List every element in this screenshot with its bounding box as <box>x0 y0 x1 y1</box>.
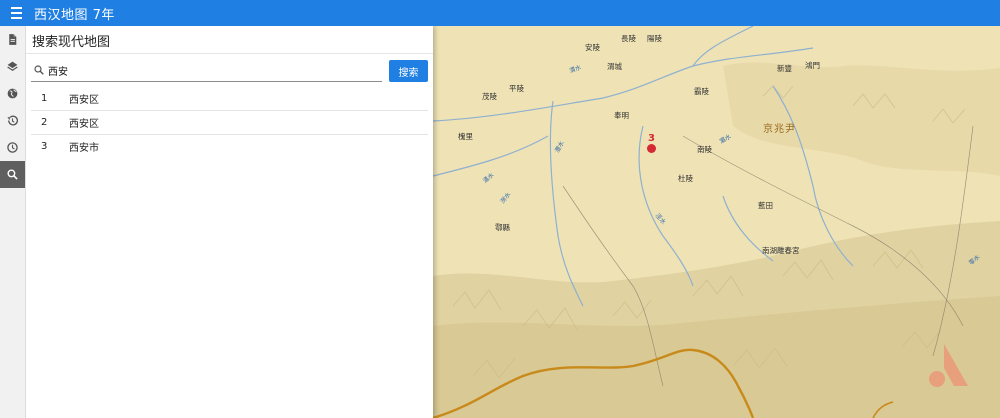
map-view[interactable]: 長陵 陽陵 安陵 渭城 新豐 鴻門 茂陵 平陵 霸陵 槐里 奉明 南陵 杜陵 藍… <box>433 26 1000 418</box>
clock-icon <box>7 142 18 153</box>
river-label: 澇水 <box>499 191 513 205</box>
result-index: 2 <box>41 117 48 128</box>
river-label: 零水 <box>967 253 982 267</box>
sidebar-item-clock[interactable] <box>0 134 25 161</box>
river-label: 涇水 <box>653 212 667 226</box>
result-marker[interactable]: 3 <box>646 133 658 153</box>
search-icon <box>7 169 18 180</box>
result-name: 西安区 <box>69 119 99 130</box>
sidebar-item-layers[interactable] <box>0 53 25 80</box>
search-icon <box>34 65 44 75</box>
sidebar-rail <box>0 26 26 418</box>
result-list: 1 西安区 2 西安区 3 西安市 <box>31 87 428 158</box>
document-icon <box>9 34 17 45</box>
sidebar-item-search[interactable] <box>0 161 25 188</box>
marker-dot <box>647 144 656 153</box>
result-name: 西安市 <box>69 143 99 154</box>
sidebar-item-history[interactable] <box>0 107 25 134</box>
panel-title: 搜索现代地图 <box>32 35 111 50</box>
list-item[interactable]: 1 西安区 <box>31 87 428 111</box>
list-item[interactable]: 2 西安区 <box>31 111 428 135</box>
search-field[interactable] <box>31 61 382 82</box>
result-index: 1 <box>41 93 48 104</box>
river-labels: 渭水 灞水 灃水 潏水 澇水 涇水 零水 <box>433 26 1000 418</box>
layers-icon <box>7 61 18 72</box>
marker-label: 3 <box>648 133 655 144</box>
river-label: 渭水 <box>568 64 583 75</box>
globe-icon <box>7 88 18 99</box>
sidebar-item-globe[interactable] <box>0 80 25 107</box>
menu-icon[interactable] <box>11 7 31 19</box>
river-label: 灞水 <box>718 133 733 146</box>
search-panel: 搜索现代地图 搜索 1 西安区 2 西安区 3 西安市 <box>25 26 433 418</box>
search-button[interactable]: 搜索 <box>389 60 428 82</box>
app-bar: 西汉地图 7年 <box>0 0 1000 26</box>
river-label: 灃水 <box>553 140 566 154</box>
search-input[interactable] <box>48 62 368 79</box>
river-label: 潏水 <box>481 171 496 185</box>
sidebar-item-document[interactable] <box>0 26 25 53</box>
watermark-logo-icon <box>929 344 968 387</box>
list-item[interactable]: 3 西安市 <box>31 135 428 158</box>
app-title: 西汉地图 7年 <box>34 7 115 23</box>
result-name: 西安区 <box>69 95 99 106</box>
history-icon <box>7 115 19 126</box>
result-index: 3 <box>41 141 48 152</box>
divider <box>25 53 433 54</box>
